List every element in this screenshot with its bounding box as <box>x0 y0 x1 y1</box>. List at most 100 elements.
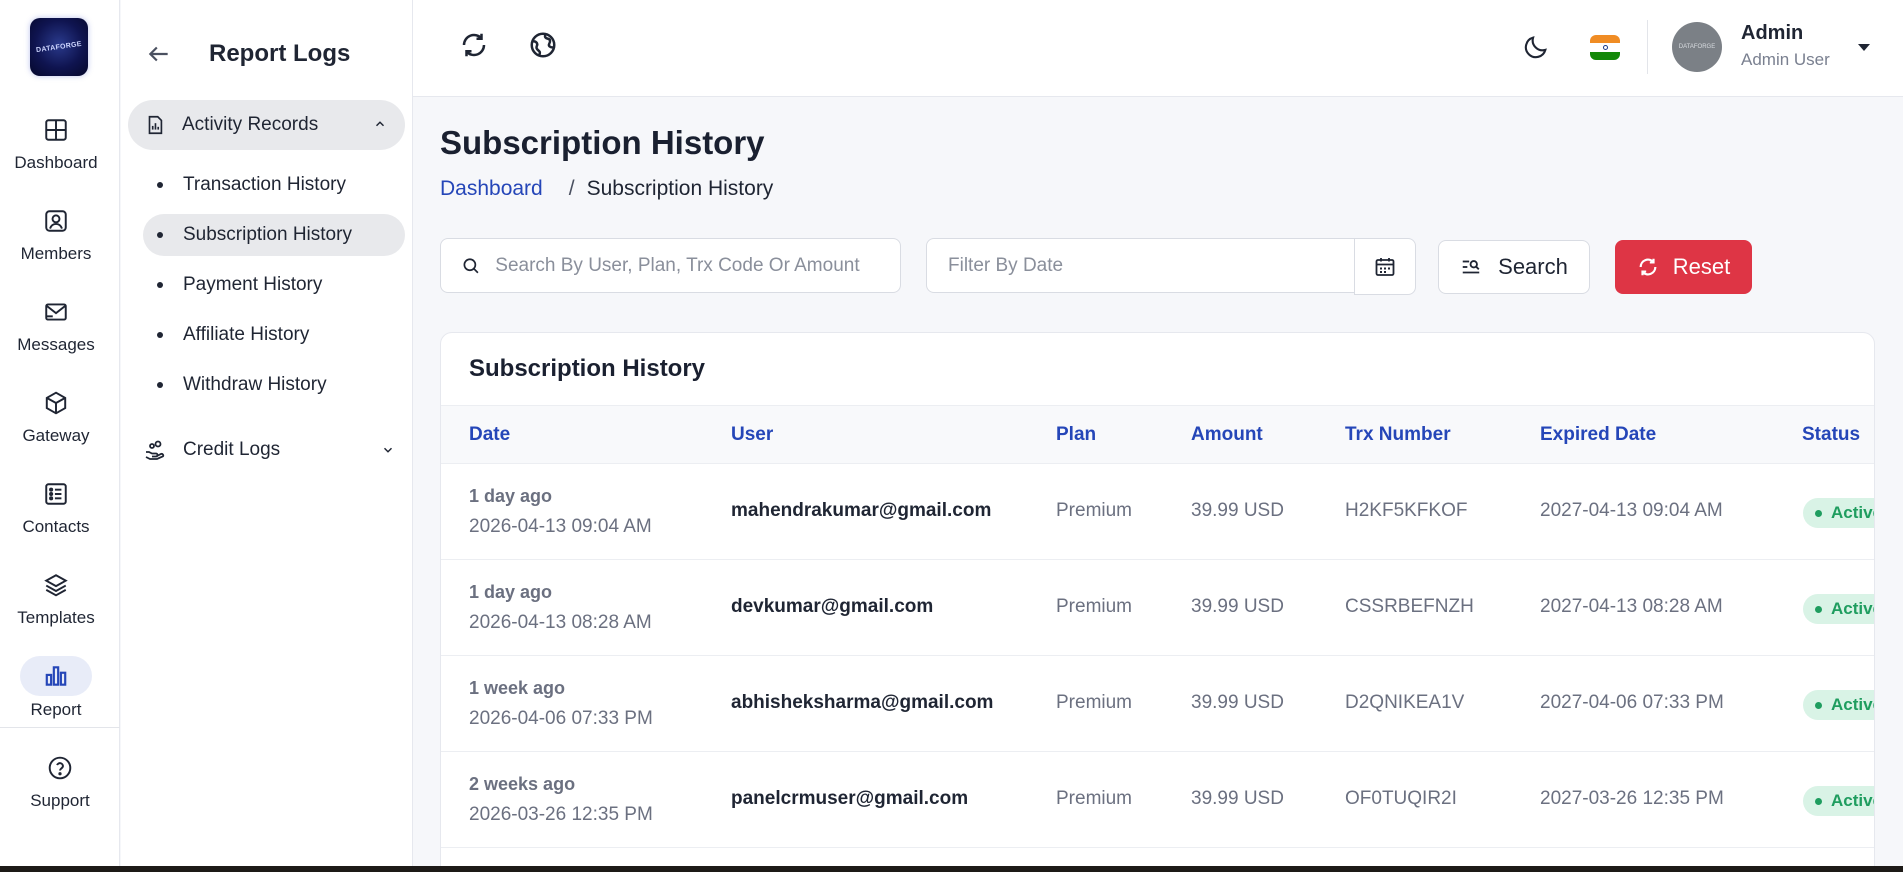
status-badge: Active <box>1803 594 1874 624</box>
rail-item-dashboard[interactable]: Dashboard <box>0 113 112 173</box>
group-label: Activity Records <box>182 114 319 135</box>
back-arrow-icon[interactable] <box>143 38 175 70</box>
search-input[interactable] <box>495 254 900 277</box>
status-badge: Active <box>1803 690 1874 720</box>
bottom-edge <box>0 866 1903 872</box>
table-row[interactable]: 1 day ago 2026-04-13 09:04 AM mahendraku… <box>441 464 1874 560</box>
sidebar-item-label: Transaction History <box>183 174 346 195</box>
rail-item-gateway[interactable]: Gateway <box>0 386 112 446</box>
row-relative-time: 1 week ago <box>469 678 566 698</box>
mail-icon <box>39 295 73 329</box>
sidebar-item-transaction-history[interactable]: Transaction History <box>143 164 405 206</box>
rail-label: Dashboard <box>14 153 98 172</box>
moon-icon[interactable] <box>1519 30 1553 64</box>
bullet <box>157 332 163 338</box>
activity-records-group[interactable]: Activity Records <box>128 100 405 150</box>
rail-item-contacts[interactable]: Contacts <box>0 477 112 537</box>
sidebar-item-payment-history[interactable]: Payment History <box>143 264 405 306</box>
refresh-icon <box>1639 258 1657 276</box>
avatar[interactable]: DATAFORGE <box>1672 22 1722 72</box>
row-user: panelcrmuser@gmail.com <box>731 788 969 809</box>
row-amount: 39.99 USD <box>1191 596 1284 617</box>
cube-icon <box>39 386 73 420</box>
report-file-icon <box>148 115 163 135</box>
row-plan: Premium <box>1056 596 1133 617</box>
top-header: DATAFORGE Admin Admin User <box>413 0 1903 97</box>
user-square-icon <box>39 204 73 238</box>
sidebar-item-label: Payment History <box>183 274 323 295</box>
table-row[interactable]: 2 weeks ago 2026-03-26 12:35 PM panelcrm… <box>441 752 1874 848</box>
rail-item-messages[interactable]: Messages <box>0 295 112 355</box>
hand-coins-icon <box>145 440 165 460</box>
row-expired-date: 2027-03-26 12:35 PM <box>1540 788 1724 809</box>
chevron-up-icon <box>375 121 385 127</box>
rail-item-support[interactable]: Support <box>4 751 116 811</box>
calendar-button[interactable] <box>1354 238 1416 295</box>
sidebar-title: Report Logs <box>209 40 351 67</box>
bullet <box>157 382 163 388</box>
user-name[interactable]: Admin <box>1741 22 1803 45</box>
rail-label: Report <box>30 700 82 719</box>
card-title: Subscription History <box>469 355 706 382</box>
row-amount: 39.99 USD <box>1191 692 1284 713</box>
row-plan: Premium <box>1056 500 1133 521</box>
status-badge: Active <box>1803 786 1874 816</box>
brand-logo[interactable]: DATAFORGE <box>30 18 88 76</box>
row-relative-time: 1 day ago <box>469 486 553 506</box>
sidebar-item-label: Withdraw History <box>183 374 327 395</box>
row-expired-date: 2027-04-06 07:33 PM <box>1540 692 1724 713</box>
column-header-amount[interactable]: Amount <box>1191 424 1263 446</box>
sidebar-item-affiliate-history[interactable]: Affiliate History <box>143 314 405 356</box>
reset-button[interactable]: Reset <box>1615 240 1752 294</box>
column-header-trx-number[interactable]: Trx Number <box>1345 424 1451 446</box>
sidebar-item-subscription-history[interactable]: Subscription History <box>143 214 405 256</box>
india-flag-icon[interactable] <box>1590 35 1620 60</box>
column-header-date[interactable]: Date <box>469 424 510 446</box>
date-filter-input[interactable] <box>948 254 1354 277</box>
row-relative-time: 2 weeks ago <box>469 774 576 794</box>
icon-rail: DATAFORGE Dashboard Members Messages Gat… <box>0 0 120 866</box>
app-root: DATAFORGE Dashboard Members Messages Gat… <box>0 0 1903 866</box>
caret-down-icon[interactable] <box>1857 42 1871 52</box>
column-header-expired-date[interactable]: Expired Date <box>1540 424 1656 446</box>
date-filter-field[interactable] <box>926 238 1355 293</box>
globe-icon[interactable] <box>526 28 560 62</box>
bullet <box>157 282 163 288</box>
flag-stripe <box>1590 35 1620 44</box>
user-role: Admin User <box>1741 50 1830 69</box>
table-row[interactable]: 1 day ago 2026-04-13 08:28 AM devkumar@g… <box>441 560 1874 656</box>
rail-divider <box>0 727 120 728</box>
report-logs-sidebar: Report Logs Activity Records Transaction… <box>121 0 413 866</box>
row-date: 2026-04-06 07:33 PM <box>469 708 653 729</box>
row-date: 2026-04-13 08:28 AM <box>469 612 652 633</box>
breadcrumb-current: Subscription History <box>586 177 774 200</box>
refresh-icon[interactable] <box>457 28 491 62</box>
grid-icon <box>39 113 73 147</box>
sidebar-item-label: Subscription History <box>183 224 352 245</box>
search-field[interactable] <box>440 238 901 293</box>
bar-chart-icon <box>20 656 92 696</box>
table-row[interactable]: 1 week ago 2026-04-06 07:33 PM abhisheks… <box>441 656 1874 752</box>
credit-logs-group[interactable]: Credit Logs <box>143 430 405 470</box>
row-date: 2026-03-26 12:35 PM <box>469 804 653 825</box>
column-header-user[interactable]: User <box>731 424 773 446</box>
column-header-status[interactable]: Status <box>1802 424 1860 446</box>
rail-item-templates[interactable]: Templates <box>0 568 112 628</box>
rail-item-report[interactable]: Report <box>0 656 112 720</box>
breadcrumb-dashboard-link[interactable]: Dashboard <box>440 177 543 201</box>
reset-button-label: Reset <box>1672 254 1731 279</box>
sidebar-item-label: Affiliate History <box>183 324 310 345</box>
row-trx-number: CSSRBEFNZH <box>1345 596 1474 617</box>
rail-label: Members <box>20 244 92 263</box>
row-user: abhisheksharma@gmail.com <box>731 692 994 713</box>
sidebar-item-withdraw-history[interactable]: Withdraw History <box>143 364 405 406</box>
rail-item-members[interactable]: Members <box>0 204 112 264</box>
column-header-plan[interactable]: Plan <box>1056 424 1096 446</box>
search-button[interactable]: Search <box>1438 240 1590 294</box>
row-expired-date: 2027-04-13 08:28 AM <box>1540 596 1723 617</box>
rail-label: Templates <box>17 608 95 627</box>
search-button-label: Search <box>1498 254 1568 279</box>
group-label: Credit Logs <box>183 439 281 460</box>
bullet <box>157 232 163 238</box>
row-amount: 39.99 USD <box>1191 788 1284 809</box>
